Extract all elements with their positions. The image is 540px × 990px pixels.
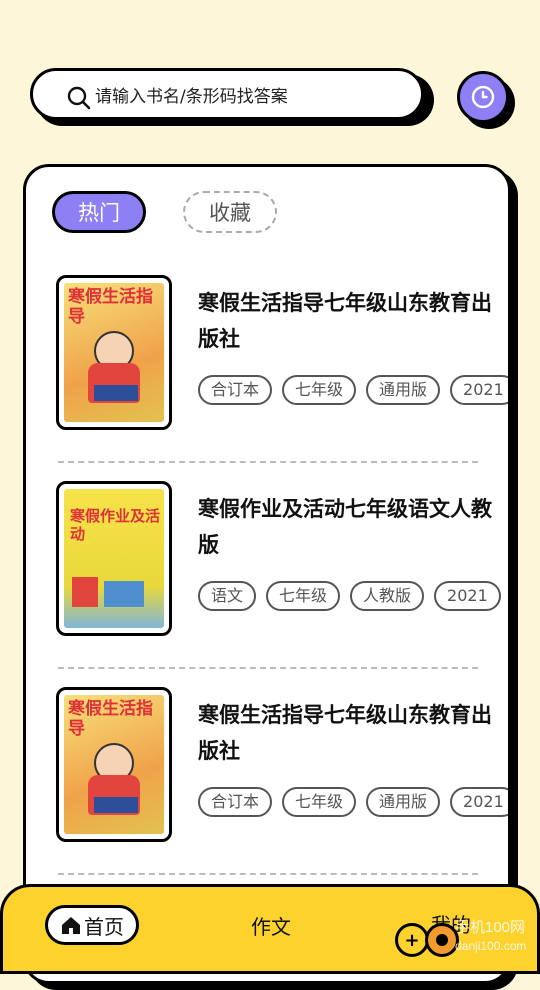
book-tags: 语文 七年级 人教版 2021 (198, 581, 508, 611)
tag-subject: 语文 (198, 581, 257, 611)
tag-version: 人教版 (350, 581, 425, 611)
cover-title: 寒假作业及活动 (70, 507, 161, 543)
divider (58, 873, 478, 875)
tag-grade: 七年级 (282, 375, 357, 405)
book-title[interactable]: 寒假生活指导七年级山东教育出版社 (198, 697, 498, 769)
divider (58, 461, 478, 463)
book-tags: 合订本 七年级 通用版 2021 (198, 787, 508, 817)
eye-icon (425, 923, 459, 957)
book-list-item[interactable]: 寒假作业及活动 寒假作业及活动七年级语文人教版 语文 七年级 人教版 2021 (26, 481, 508, 687)
book-title[interactable]: 寒假作业及活动七年级语文人教版 (198, 491, 498, 563)
book-tags: 合订本 七年级 通用版 2021 (198, 375, 508, 405)
home-icon (62, 917, 80, 934)
tag-year: 2021 (434, 581, 501, 611)
search-icon (67, 86, 91, 110)
tag-version: 通用版 (366, 787, 441, 817)
nav-home-button[interactable]: 首页 (45, 905, 139, 945)
tab-hot[interactable]: 热门 (52, 191, 146, 233)
add-icon[interactable]: + (395, 923, 429, 957)
tag-grade: 七年级 (282, 787, 357, 817)
watermark-line1: 手机100网 (455, 919, 526, 936)
tab-favorites[interactable]: 收藏 (183, 191, 277, 233)
tag-year: 2021 (450, 375, 508, 405)
book-cover[interactable]: 寒假生活指导 (56, 687, 172, 842)
search-bar[interactable]: 请输入书名/条形码找答案 (30, 68, 424, 120)
tag-edition: 合订本 (198, 787, 273, 817)
nav-home-label: 首页 (84, 914, 124, 939)
tag-year: 2021 (450, 787, 508, 817)
cover-title: 寒假生活指导 (68, 287, 153, 327)
book-list-item[interactable]: 寒假生活指导 寒假生活指导七年级山东教育出版社 合订本 七年级 通用版 2021 (26, 687, 508, 893)
cover-title: 寒假生活指导 (68, 699, 153, 739)
book-cover[interactable]: 寒假生活指导 (56, 275, 172, 430)
book-list-item[interactable]: 寒假生活指导 寒假生活指导七年级山东教育出版社 合订本 七年级 通用版 2021 (26, 275, 508, 481)
book-cover[interactable]: 寒假作业及活动 (56, 481, 172, 636)
watermark-line2: danji100.com (455, 939, 527, 953)
history-button[interactable] (457, 71, 509, 123)
tag-grade: 七年级 (266, 581, 341, 611)
watermark: 手机100网 danji100.com (455, 919, 526, 955)
divider (58, 667, 478, 669)
clock-icon (471, 85, 495, 109)
tag-version: 通用版 (366, 375, 441, 405)
book-title[interactable]: 寒假生活指导七年级山东教育出版社 (198, 285, 498, 357)
bottom-nav: 首页 作文 我的 + 手机100网 danji100.com (0, 884, 540, 974)
content-card: 热门 收藏 寒假生活指导 寒假生活指导七年级山东教育出版社 合订本 七年级 通用版 2… (23, 164, 511, 984)
tag-edition: 合订本 (198, 375, 273, 405)
search-placeholder[interactable]: 请输入书名/条形码找答案 (95, 82, 288, 107)
nav-essay-button[interactable]: 作文 (251, 911, 291, 940)
